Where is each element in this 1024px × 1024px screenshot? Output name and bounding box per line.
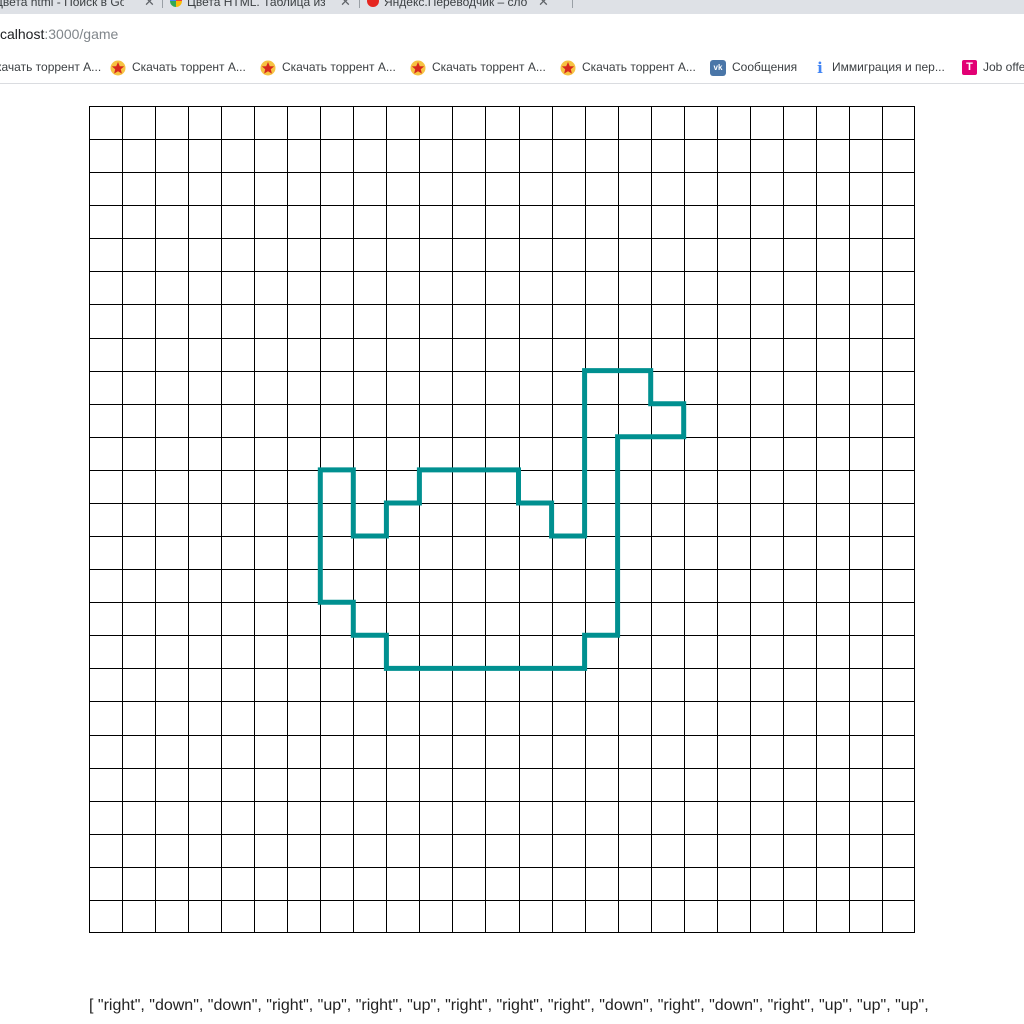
url-text[interactable]: calhost:3000/game — [0, 26, 118, 42]
bookmarks-bar: качать торрент А... Скачать торрент А...… — [0, 53, 1024, 84]
bookmark-label: Иммиграция и пер... — [832, 60, 945, 74]
colors-favicon-icon — [170, 0, 182, 7]
bookmark-item[interactable]: качать торрент А... — [0, 53, 101, 83]
bookmark-label: Скачать торрент А... — [582, 60, 696, 74]
bookmark-label: Job offe — [983, 60, 1024, 74]
bookmark-label: качать торрент А... — [0, 60, 102, 74]
star-icon — [110, 60, 126, 76]
star-icon — [410, 60, 426, 76]
bookmark-item[interactable]: Скачать торрент А... — [560, 53, 696, 83]
game-grid[interactable] — [89, 106, 915, 933]
moves-output: [ "right", "down", "down", "right", "up"… — [89, 997, 929, 1014]
drawn-path — [317, 368, 687, 671]
tab-title: Цвета html - Поиск в Goog — [0, 0, 124, 9]
tab-title: Цвета HTML. Таблица из — [187, 0, 325, 9]
tab-divider — [572, 0, 573, 8]
bookmark-item[interactable]: vk Сообщения — [710, 53, 797, 83]
tab-divider — [162, 0, 163, 8]
star-icon — [260, 60, 276, 76]
bookmark-item[interactable]: Скачать торрент А... — [260, 53, 396, 83]
close-icon[interactable]: ✕ — [340, 0, 351, 10]
vk-icon: vk — [710, 59, 726, 76]
yandex-translate-favicon-icon — [367, 0, 379, 7]
t-icon: T — [962, 60, 977, 76]
browser-tab-strip: Цвета html - Поиск в Goog ✕ Цвета HTML. … — [0, 0, 1024, 14]
grid-lines — [89, 106, 915, 933]
tab-1[interactable]: Цвета HTML. Таблица из — [170, 0, 325, 9]
bookmark-item[interactable]: i Иммиграция и пер... — [814, 53, 945, 83]
bookmark-item[interactable]: Скачать торрент А... — [110, 53, 246, 83]
bookmark-label: Скачать торрент А... — [132, 60, 246, 74]
close-icon[interactable]: ✕ — [144, 0, 155, 10]
bookmark-item[interactable]: Скачать торрент А... — [410, 53, 546, 83]
url-host: calhost — [0, 26, 45, 42]
bookmark-label: Скачать торрент А... — [432, 60, 546, 74]
star-icon — [560, 60, 576, 76]
bookmark-item[interactable]: T Job offe — [962, 53, 1024, 83]
tab-0[interactable]: Цвета html - Поиск в Goog — [0, 0, 124, 9]
tab-divider — [359, 0, 360, 8]
game-board[interactable] — [89, 106, 915, 933]
tab-2[interactable]: Яндекс.Переводчик – сло — [367, 0, 530, 9]
tab-title: Яндекс.Переводчик – сло — [384, 0, 528, 9]
bookmark-label: Сообщения — [732, 60, 798, 74]
address-bar[interactable]: calhost:3000/game — [0, 14, 1024, 53]
close-icon[interactable]: ✕ — [538, 0, 549, 10]
url-path: :3000/game — [44, 26, 119, 42]
bookmark-label: Скачать торрент А... — [282, 60, 396, 74]
info-icon: i — [817, 58, 823, 77]
